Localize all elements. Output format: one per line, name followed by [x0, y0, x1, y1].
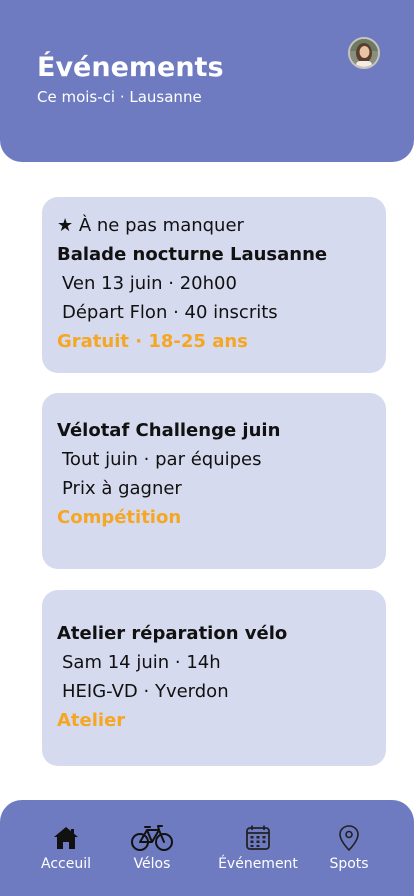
nav-item-events[interactable]: Événement: [215, 824, 301, 880]
event-date: Sam 14 juin · 14h: [62, 652, 221, 673]
event-tag: Compétition: [57, 507, 182, 528]
bottom-nav: Acceuil Vélos Événement Spots: [0, 800, 414, 896]
event-title: Vélotaf Challenge juin: [57, 420, 281, 441]
event-card-balade-nocturne[interactable]: ★ À ne pas manquer Balade nocturne Lausa…: [42, 197, 386, 373]
home-icon: [54, 827, 78, 849]
page-title: Événements: [37, 52, 224, 83]
nav-item-bikes[interactable]: Vélos: [126, 824, 178, 880]
header: Événements Ce mois-ci · Lausanne: [0, 0, 414, 162]
event-tag: Gratuit · 18-25 ans: [57, 331, 248, 352]
event-highlight: ★ À ne pas manquer: [57, 215, 244, 236]
nav-label: Acceuil: [41, 856, 91, 872]
event-date: Ven 13 juin · 20h00: [62, 273, 237, 294]
event-card-atelier-reparation[interactable]: Atelier réparation vélo Sam 14 juin · 14…: [42, 590, 386, 766]
avatar[interactable]: [348, 37, 380, 69]
page-subtitle: Ce mois-ci · Lausanne: [37, 88, 202, 106]
avatar-image: [350, 39, 378, 67]
event-title: Balade nocturne Lausanne: [57, 244, 328, 265]
nav-item-spots[interactable]: Spots: [324, 824, 374, 880]
event-details: Prix à gagner: [62, 478, 182, 499]
event-card-velotaf-challenge[interactable]: Vélotaf Challenge juin Tout juin · par é…: [42, 393, 386, 569]
event-tag: Atelier: [57, 710, 126, 731]
nav-label: Spots: [329, 856, 369, 872]
map-pin-icon: [339, 825, 359, 852]
event-date: Tout juin · par équipes: [62, 449, 262, 470]
nav-item-home[interactable]: Acceuil: [36, 824, 96, 880]
bicycle-icon: [131, 825, 173, 851]
event-location: Départ Flon · 40 inscrits: [62, 302, 278, 323]
event-title: Atelier réparation vélo: [57, 623, 288, 644]
nav-label: Vélos: [133, 856, 171, 872]
event-location: HEIG-VD · Yverdon: [62, 681, 229, 702]
calendar-icon: [246, 825, 270, 850]
nav-label: Événement: [218, 856, 298, 872]
